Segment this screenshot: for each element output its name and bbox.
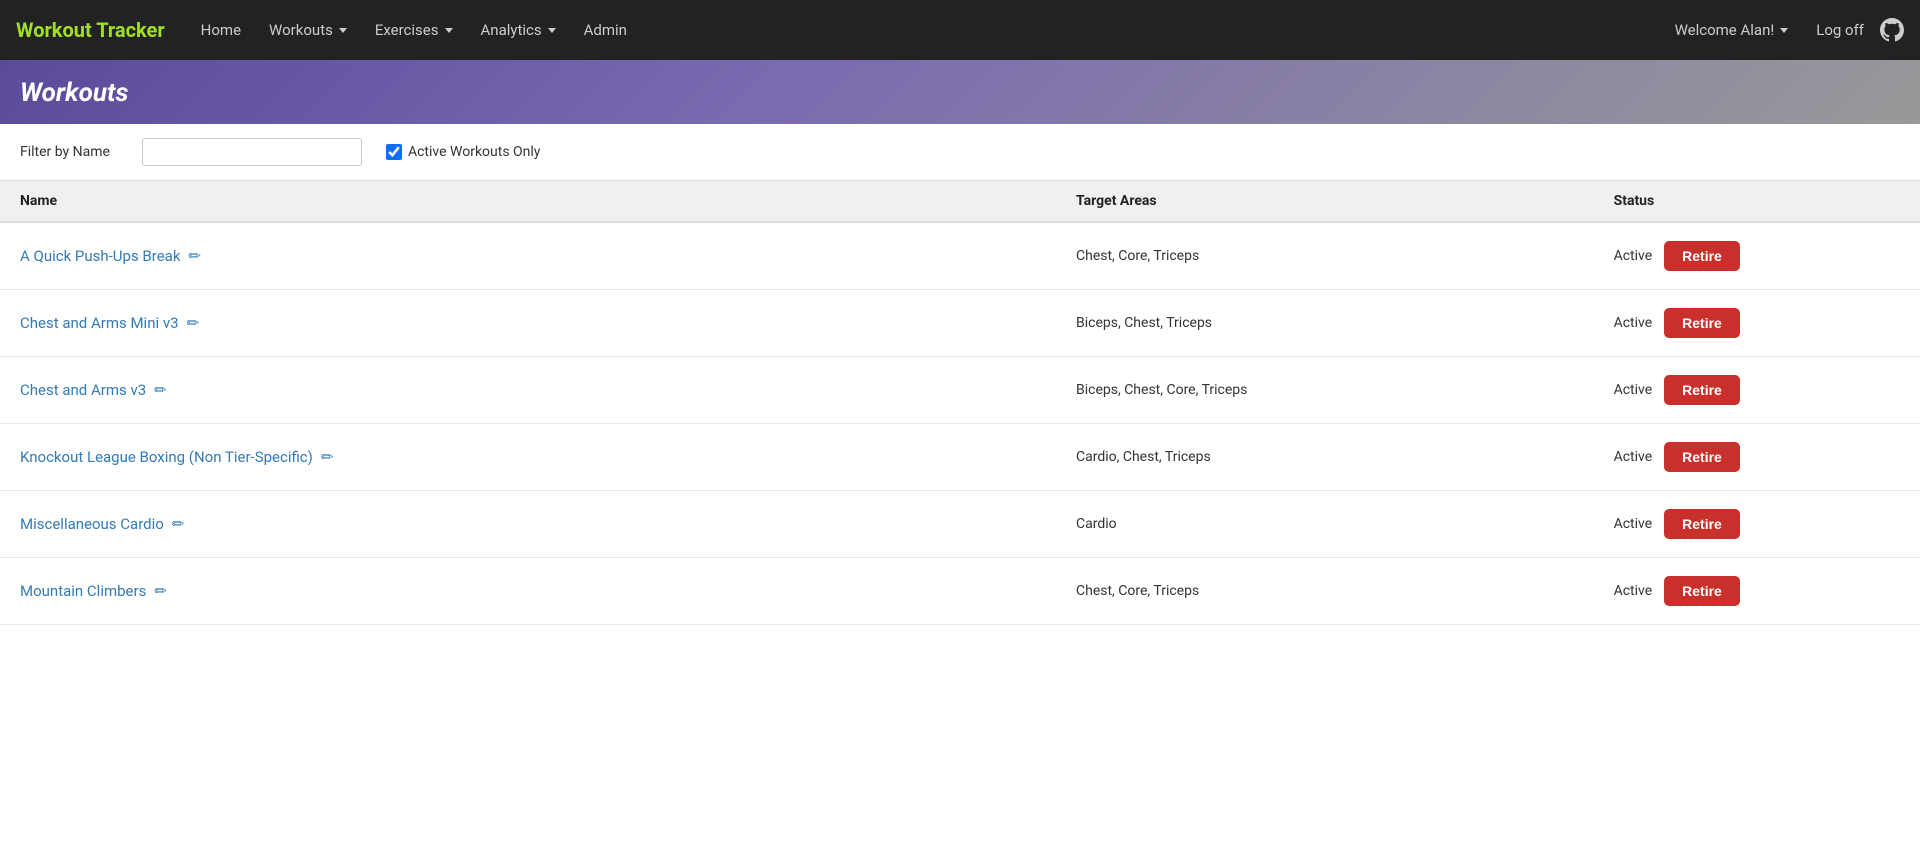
active-only-text: Active Workouts Only [408, 144, 540, 160]
page-header: Workouts [0, 60, 1920, 124]
nav-workouts-label: Workouts [269, 21, 333, 39]
status-badge: Active [1614, 449, 1653, 465]
workout-name-cell: Chest and Arms v3 ✏ [0, 357, 1056, 424]
nav-analytics-label: Analytics [481, 21, 542, 39]
status-badge: Active [1614, 315, 1653, 331]
workout-target-areas: Biceps, Chest, Triceps [1056, 290, 1594, 357]
workout-name-cell: Miscellaneous Cardio ✏ [0, 491, 1056, 558]
retire-button[interactable]: Retire [1664, 241, 1740, 271]
table-header-row: Name Target Areas Status [0, 181, 1920, 222]
status-badge: Active [1614, 583, 1653, 599]
workout-name-cell: Mountain Climbers ✏ [0, 558, 1056, 625]
exercises-dropdown-caret [445, 28, 453, 33]
col-header-target: Target Areas [1056, 181, 1594, 222]
filter-label: Filter by Name [20, 144, 110, 160]
nav-list: Home Workouts Exercises Analytics Admin [189, 13, 1663, 47]
workout-status-cell: Active Retire [1594, 491, 1920, 558]
table-header: Name Target Areas Status [0, 181, 1920, 222]
retire-button[interactable]: Retire [1664, 375, 1740, 405]
analytics-dropdown-caret [548, 28, 556, 33]
workout-name-link[interactable]: Chest and Arms Mini v3 [20, 314, 179, 332]
workouts-dropdown-caret [339, 28, 347, 33]
retire-button[interactable]: Retire [1664, 308, 1740, 338]
table-row: Knockout League Boxing (Non Tier-Specifi… [0, 424, 1920, 491]
workout-status-cell: Active Retire [1594, 558, 1920, 625]
workout-status-cell: Active Retire [1594, 222, 1920, 290]
retire-button[interactable]: Retire [1664, 576, 1740, 606]
edit-icon[interactable]: ✏ [172, 515, 185, 533]
workout-status-cell: Active Retire [1594, 357, 1920, 424]
col-header-status: Status [1594, 181, 1920, 222]
workout-target-areas: Cardio [1056, 491, 1594, 558]
page-title: Workouts [20, 78, 1900, 108]
workout-name-link[interactable]: Chest and Arms v3 [20, 381, 146, 399]
workout-name-cell: Knockout League Boxing (Non Tier-Specifi… [0, 424, 1056, 491]
edit-icon[interactable]: ✏ [321, 448, 334, 466]
workout-name-link[interactable]: Mountain Climbers [20, 582, 146, 600]
edit-icon[interactable]: ✏ [154, 582, 167, 600]
edit-icon[interactable]: ✏ [188, 247, 201, 265]
nav-home-label: Home [201, 21, 241, 39]
workout-target-areas: Chest, Core, Triceps [1056, 222, 1594, 290]
nav-link-admin[interactable]: Admin [572, 13, 639, 47]
table-row: Chest and Arms v3 ✏ Biceps, Chest, Core, T… [0, 357, 1920, 424]
navbar-right: Welcome Alan! Log off [1663, 13, 1904, 47]
nav-item-workouts: Workouts [257, 13, 359, 47]
table-body: A Quick Push-Ups Break ✏ Chest, Core, Tric… [0, 222, 1920, 625]
workout-status-cell: Active Retire [1594, 424, 1920, 491]
workout-name-link[interactable]: Miscellaneous Cardio [20, 515, 164, 533]
logoff-link[interactable]: Log off [1816, 21, 1864, 39]
status-badge: Active [1614, 516, 1653, 532]
nav-link-analytics[interactable]: Analytics [469, 13, 568, 47]
workouts-table: Name Target Areas Status A Quick Push-Up… [0, 181, 1920, 625]
nav-link-workouts[interactable]: Workouts [257, 13, 359, 47]
table-row: A Quick Push-Ups Break ✏ Chest, Core, Tric… [0, 222, 1920, 290]
edit-icon[interactable]: ✏ [154, 381, 167, 399]
nav-link-home[interactable]: Home [189, 13, 253, 47]
edit-icon[interactable]: ✏ [187, 314, 200, 332]
workout-status-cell: Active Retire [1594, 290, 1920, 357]
github-icon[interactable] [1880, 18, 1904, 42]
workout-name-cell: A Quick Push-Ups Break ✏ [0, 222, 1056, 290]
workout-name-link[interactable]: A Quick Push-Ups Break [20, 247, 180, 265]
workout-target-areas: Chest, Core, Triceps [1056, 558, 1594, 625]
table-row: Miscellaneous Cardio ✏ Cardio Active Retire [0, 491, 1920, 558]
retire-button[interactable]: Retire [1664, 509, 1740, 539]
active-only-checkbox[interactable] [386, 144, 402, 160]
table-row: Chest and Arms Mini v3 ✏ Biceps, Chest, Tr… [0, 290, 1920, 357]
col-header-name: Name [0, 181, 1056, 222]
workout-target-areas: Biceps, Chest, Core, Triceps [1056, 357, 1594, 424]
navbar: Workout Tracker Home Workouts Exercises … [0, 0, 1920, 60]
filter-name-input[interactable] [142, 138, 362, 166]
nav-link-exercises[interactable]: Exercises [363, 13, 465, 47]
welcome-user-dropdown[interactable]: Welcome Alan! [1663, 13, 1801, 47]
nav-item-home: Home [189, 13, 253, 47]
retire-button[interactable]: Retire [1664, 442, 1740, 472]
brand-logo[interactable]: Workout Tracker [16, 18, 165, 42]
user-dropdown-caret [1780, 28, 1788, 33]
table-row: Mountain Climbers✏Chest, Core, TricepsAc… [0, 558, 1920, 625]
nav-item-exercises: Exercises [363, 13, 465, 47]
nav-exercises-label: Exercises [375, 21, 439, 39]
workout-name-cell: Chest and Arms Mini v3 ✏ [0, 290, 1056, 357]
status-badge: Active [1614, 248, 1653, 264]
nav-item-analytics: Analytics [469, 13, 568, 47]
welcome-text: Welcome Alan! [1675, 21, 1775, 39]
workout-name-link[interactable]: Knockout League Boxing (Non Tier-Specifi… [20, 448, 313, 466]
active-only-label[interactable]: Active Workouts Only [386, 144, 540, 160]
filter-bar: Filter by Name Active Workouts Only [0, 124, 1920, 181]
nav-admin-label: Admin [584, 21, 627, 39]
nav-item-admin: Admin [572, 13, 639, 47]
workout-target-areas: Cardio, Chest, Triceps [1056, 424, 1594, 491]
status-badge: Active [1614, 382, 1653, 398]
